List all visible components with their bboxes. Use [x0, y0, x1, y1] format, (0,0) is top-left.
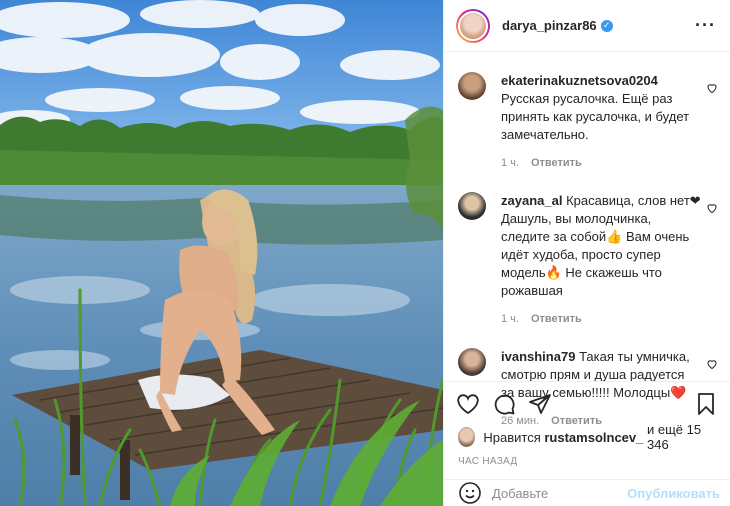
add-comment-bar: Добавьте Опубликовать	[444, 479, 730, 506]
post-sidebar: darya_pinzar86 ✓ ··· ekaterinakuznetsova…	[443, 0, 730, 506]
comment-item: zayana_al Красавица, слов нет❤ Дашуль, в…	[458, 172, 718, 328]
more-options-icon[interactable]: ···	[695, 15, 716, 36]
liker-avatar[interactable]	[458, 427, 476, 447]
like-comment-heart-icon[interactable]	[706, 202, 718, 214]
commenter-username[interactable]: zayana_al	[501, 193, 562, 208]
liker-username[interactable]: rustamsolncev_	[544, 430, 643, 445]
likes-prefix: Нравится	[483, 429, 541, 445]
commenter-username[interactable]: ivanshina79	[501, 349, 575, 364]
post-header: darya_pinzar86 ✓ ···	[444, 0, 730, 52]
action-icons-row	[444, 382, 730, 426]
post-photo[interactable]	[0, 0, 443, 506]
share-paper-plane-icon[interactable]	[528, 392, 552, 416]
comment-bubble-icon[interactable]	[492, 392, 516, 416]
reply-button[interactable]: Ответить	[531, 157, 582, 169]
comment-text: Красавица, слов нет❤ Дашуль, вы молодчин…	[501, 193, 701, 298]
commenter-avatar[interactable]	[458, 192, 486, 220]
comment-item: ekaterinakuznetsova0204 Русская русалочк…	[458, 52, 718, 172]
emoji-smile-icon[interactable]	[458, 481, 482, 505]
commenter-avatar[interactable]	[458, 348, 486, 376]
comment-text: Русская русалочка. Ещё раз принять как р…	[501, 91, 690, 142]
author-username[interactable]: darya_pinzar86	[502, 18, 597, 33]
likes-summary: Нравится rustamsolncev_ и ещё 15 346	[444, 422, 730, 452]
comment-time[interactable]: 1 ч.	[501, 313, 519, 325]
bookmark-icon[interactable]	[694, 392, 718, 416]
comment-input[interactable]: Добавьте	[492, 486, 627, 501]
verified-badge-icon: ✓	[600, 19, 613, 32]
reply-button[interactable]: Ответить	[531, 313, 582, 325]
instagram-post-view: darya_pinzar86 ✓ ··· ekaterinakuznetsova…	[0, 0, 730, 506]
comments-list: ekaterinakuznetsova0204 Русская русалочк…	[444, 52, 730, 430]
post-actions: Нравится rustamsolncev_ и ещё 15 346 ЧАС…	[444, 381, 730, 467]
like-comment-heart-icon[interactable]	[706, 358, 718, 370]
commenter-avatar[interactable]	[458, 72, 486, 100]
author-avatar[interactable]	[456, 8, 490, 43]
publish-button[interactable]: Опубликовать	[627, 486, 720, 501]
comment-time[interactable]: 1 ч.	[501, 157, 519, 169]
lake-photo-illustration	[0, 0, 443, 506]
likes-count[interactable]: и ещё 15 346	[647, 422, 716, 452]
commenter-username[interactable]: ekaterinakuznetsova0204	[501, 73, 658, 88]
like-comment-heart-icon[interactable]	[706, 82, 718, 94]
like-heart-icon[interactable]	[456, 392, 480, 416]
